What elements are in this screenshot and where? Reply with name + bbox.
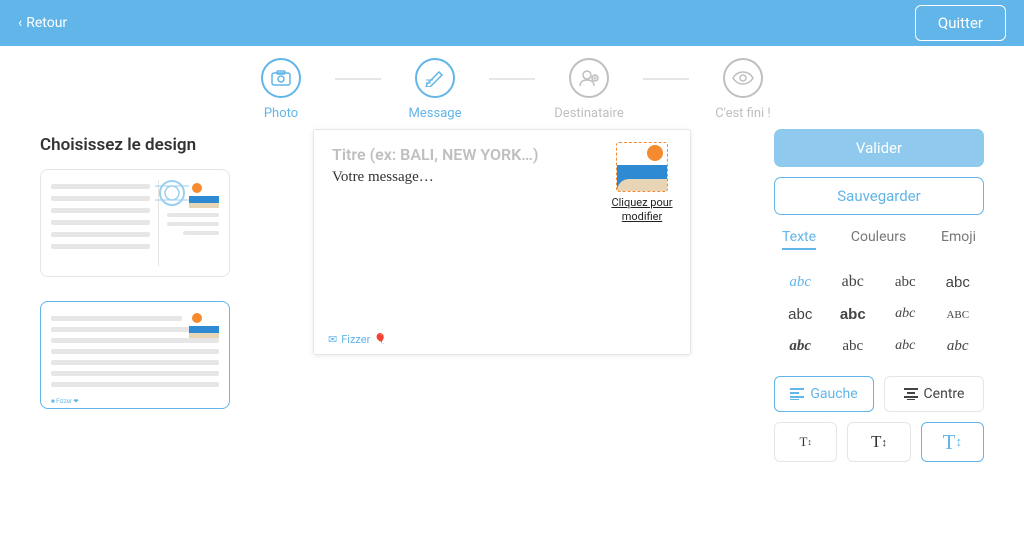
step-connector xyxy=(335,78,381,80)
design-option-split[interactable] xyxy=(40,169,230,277)
font-option[interactable]: abc xyxy=(774,266,827,298)
stamp-icon xyxy=(616,142,668,192)
chevron-left-icon: ‹ xyxy=(18,15,22,31)
back-label: Retour xyxy=(26,15,67,31)
step-photo[interactable]: Photo xyxy=(233,58,329,121)
size-small-button[interactable]: T↕ xyxy=(774,422,837,462)
stamp-label: Cliquez pour modifier xyxy=(610,196,674,224)
step-label: C'est fini ! xyxy=(715,106,771,121)
font-option[interactable]: abc xyxy=(879,266,932,298)
step-connector xyxy=(643,78,689,80)
align-center-label: Centre xyxy=(924,386,965,402)
step-connector xyxy=(489,78,535,80)
tools-panel: Valider Sauvegarder Texte Couleurs Emoji… xyxy=(774,129,984,462)
camera-icon xyxy=(261,58,301,98)
save-label: Sauvegarder xyxy=(837,187,920,205)
quit-label: Quitter xyxy=(938,14,983,32)
align-left-button[interactable]: Gauche xyxy=(774,376,874,412)
font-option[interactable]: abc xyxy=(879,298,932,330)
step-message[interactable]: Message xyxy=(387,58,483,121)
brand: ✉ Fizzer 🎈 xyxy=(328,333,387,346)
top-bar: ‹ Retour Quitter xyxy=(0,0,1024,46)
font-option[interactable]: abc xyxy=(774,298,827,330)
envelope-icon: ✉ xyxy=(328,333,337,346)
font-option[interactable]: abc xyxy=(932,330,985,362)
font-option[interactable]: abc xyxy=(879,330,932,362)
tab-text[interactable]: Texte xyxy=(782,229,816,250)
size-large-button[interactable]: T↕ xyxy=(921,422,984,462)
font-option[interactable]: abc xyxy=(932,298,985,330)
design-lines xyxy=(51,180,150,266)
font-option[interactable]: abc xyxy=(932,266,985,298)
align-center-button[interactable]: Centre xyxy=(884,376,984,412)
design-picker-title: Choisissez le design xyxy=(40,135,230,155)
stamp-thumb xyxy=(189,312,219,338)
validate-label: Valider xyxy=(856,139,902,157)
stamp-button[interactable]: Cliquez pour modifier xyxy=(610,142,674,224)
pen-icon xyxy=(415,58,455,98)
postcard: Cliquez pour modifier ✉ Fizzer 🎈 xyxy=(313,129,691,355)
brand-mini: ■ Fizzer ❤ xyxy=(51,398,79,405)
message-input[interactable] xyxy=(330,167,590,287)
tab-emoji[interactable]: Emoji xyxy=(941,229,976,250)
design-address xyxy=(167,180,219,266)
size-medium-button[interactable]: T↕ xyxy=(847,422,910,462)
font-option[interactable]: abc xyxy=(827,266,880,298)
font-option[interactable]: abc xyxy=(827,330,880,362)
design-picker: Choisissez le design ■ Fizzer ❤ xyxy=(40,129,230,462)
back-button[interactable]: ‹ Retour xyxy=(18,15,67,31)
postmark-icon xyxy=(155,176,189,210)
title-input[interactable] xyxy=(330,144,610,165)
step-label: Message xyxy=(409,106,462,121)
step-recipient[interactable]: Destinataire xyxy=(541,58,637,121)
font-grid: abcabcabcabcabcabcabcabcabcabcabcabc xyxy=(774,266,984,362)
style-tabs: Texte Couleurs Emoji xyxy=(774,229,984,250)
tab-colors[interactable]: Couleurs xyxy=(851,229,906,250)
align-left-label: Gauche xyxy=(810,386,857,402)
font-option[interactable]: abc xyxy=(774,330,827,362)
stamp-thumb xyxy=(189,182,219,208)
user-plus-icon xyxy=(569,58,609,98)
step-done[interactable]: C'est fini ! xyxy=(695,58,791,121)
step-label: Destinataire xyxy=(554,106,623,121)
save-button[interactable]: Sauvegarder xyxy=(774,177,984,215)
eye-icon xyxy=(723,58,763,98)
step-label: Photo xyxy=(264,106,298,121)
stepper: Photo Message Destinataire C'est fini ! xyxy=(0,58,1024,121)
align-center-icon xyxy=(904,388,918,400)
quit-button[interactable]: Quitter xyxy=(915,5,1006,41)
align-left-icon xyxy=(790,388,804,400)
validate-button[interactable]: Valider xyxy=(774,129,984,167)
postcard-editor: Cliquez pour modifier ✉ Fizzer 🎈 xyxy=(254,129,750,462)
brand-label: Fizzer xyxy=(341,333,370,346)
balloon-icon: 🎈 xyxy=(374,334,386,345)
font-option[interactable]: abc xyxy=(827,298,880,330)
design-option-full[interactable]: ■ Fizzer ❤ xyxy=(40,301,230,409)
